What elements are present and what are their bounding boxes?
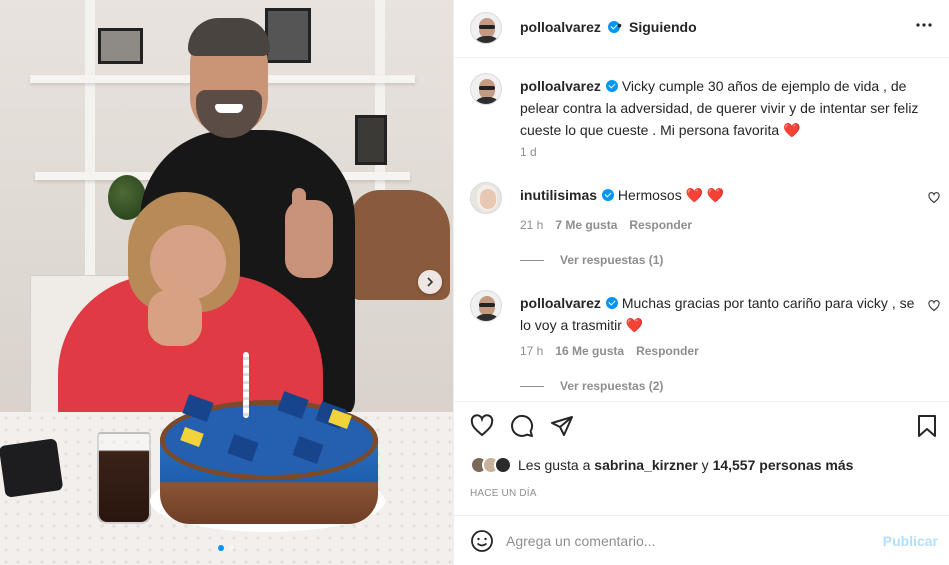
bookmark-icon <box>918 415 936 437</box>
post-time[interactable]: HACE UN DÍA <box>470 488 537 499</box>
caption-avatar[interactable] <box>470 73 502 105</box>
photo-candle <box>243 352 249 418</box>
post-actions-bar <box>454 401 949 451</box>
photo-frame <box>98 28 143 64</box>
share-button[interactable] <box>550 414 576 440</box>
photo-frame <box>355 115 387 165</box>
view-replies-label: Ver respuestas (2) <box>560 379 664 393</box>
photo-glass <box>97 432 151 524</box>
commenter-avatar[interactable] <box>470 290 502 322</box>
avatar-glasses <box>479 86 495 90</box>
comment-button[interactable] <box>510 414 536 440</box>
caption-text-block: polloalvarez Vicky cumple 30 años de eje… <box>520 75 920 141</box>
replies-divider <box>520 385 544 387</box>
more-options-icon[interactable] <box>916 17 932 38</box>
heart-icon <box>470 414 494 437</box>
publish-button[interactable]: Publicar <box>883 533 938 549</box>
add-comment-bar: Publicar <box>454 515 949 565</box>
following-button[interactable]: Siguiendo <box>629 19 697 35</box>
author-avatar[interactable] <box>470 12 502 44</box>
comment-text: Hermosos <box>617 187 682 203</box>
avatar-shirt <box>473 314 501 321</box>
comment-reply-button[interactable]: Responder <box>629 218 692 232</box>
carousel-next-button[interactable] <box>418 270 442 294</box>
photo-man-smile <box>215 104 243 113</box>
view-replies-label: Ver respuestas (1) <box>560 253 664 267</box>
verified-badge-icon <box>605 297 618 309</box>
photo-phone <box>0 438 64 498</box>
comment-item: inutilisimas Hermosos ❤️ ❤️ 21 h 7 Me gu… <box>470 182 940 272</box>
photo-girl-thumbs-up <box>148 290 202 346</box>
caption-username[interactable]: polloalvarez <box>520 78 601 94</box>
comment-item: polloalvarez Muchas gracias por tanto ca… <box>470 290 940 395</box>
liker-avatar[interactable] <box>494 456 512 474</box>
view-replies-button[interactable]: Ver respuestas (1) <box>520 253 663 267</box>
photo-man-hair <box>188 18 270 56</box>
comment-likes-count[interactable]: 16 Me gusta <box>555 344 624 358</box>
header-separator: • <box>617 17 622 33</box>
red-heart-emoji: ❤️ <box>783 122 801 138</box>
like-button[interactable] <box>470 414 496 440</box>
carousel-dot <box>228 545 234 551</box>
comment-input[interactable] <box>506 530 866 552</box>
comment-username[interactable]: polloalvarez <box>520 295 601 311</box>
avatar-face <box>480 189 496 209</box>
comment-bubble-icon <box>511 414 534 437</box>
comment-username[interactable]: inutilisimas <box>520 187 597 203</box>
avatar-glasses <box>479 303 495 307</box>
comment-meta: 21 h 7 Me gusta Responder <box>520 218 692 232</box>
post-caption: polloalvarez Vicky cumple 30 años de eje… <box>470 73 940 163</box>
comment-time[interactable]: 17 h <box>520 344 543 358</box>
liker-username[interactable]: sabrina_kirzner <box>594 457 698 473</box>
send-paper-plane-icon <box>551 416 573 436</box>
heart-outline-icon <box>928 300 940 312</box>
author-username[interactable]: polloalvarez <box>520 19 601 35</box>
save-button[interactable] <box>916 414 942 440</box>
commenter-avatar[interactable] <box>470 182 502 214</box>
comment-like-button[interactable] <box>928 300 940 312</box>
likes-text: Les gusta a sabrina_kirzner y 14,557 per… <box>518 457 853 473</box>
instagram-post-modal: polloalvarez • Siguiendo polloalvarez Vi… <box>0 0 949 565</box>
post-header: polloalvarez • Siguiendo <box>454 0 949 58</box>
likes-summary: Les gusta a sabrina_kirzner y 14,557 per… <box>470 456 853 474</box>
emoji-button[interactable] <box>470 529 494 553</box>
carousel-dot-active <box>218 545 224 551</box>
red-heart-emoji: ❤️ ❤️ <box>685 187 725 203</box>
verified-badge-icon <box>605 80 618 92</box>
avatar-shirt <box>473 36 501 43</box>
post-details-panel: polloalvarez • Siguiendo polloalvarez Vi… <box>453 0 949 565</box>
comment-text-block: inutilisimas Hermosos ❤️ ❤️ <box>520 184 920 206</box>
photo-frame <box>265 8 311 63</box>
comment-likes-count[interactable]: 7 Me gusta <box>555 218 617 232</box>
photo-man-thumb <box>292 188 306 216</box>
comment-reply-button[interactable]: Responder <box>636 344 699 358</box>
carousel-dots <box>218 545 234 551</box>
red-heart-emoji: ❤️ <box>625 317 644 333</box>
comment-meta: 17 h 16 Me gusta Responder <box>520 344 699 358</box>
verified-badge-icon <box>602 189 615 201</box>
chevron-right-icon <box>427 277 434 287</box>
comment-like-button[interactable] <box>928 192 940 204</box>
caption-meta: 1 d <box>520 145 537 159</box>
likes-connector: y <box>701 457 709 473</box>
comment-text-block: polloalvarez Muchas gracias por tanto ca… <box>520 292 920 336</box>
likes-count[interactable]: 14,557 personas más <box>713 457 854 473</box>
likes-prefix: Les gusta a <box>518 457 591 473</box>
caption-time[interactable]: 1 d <box>520 145 537 159</box>
more-horizontal-icon <box>916 23 932 27</box>
comment-time[interactable]: 21 h <box>520 218 543 232</box>
view-replies-button[interactable]: Ver respuestas (2) <box>520 379 663 393</box>
heart-outline-icon <box>928 192 940 204</box>
avatar-glasses <box>479 25 495 29</box>
avatar-shirt <box>473 97 501 104</box>
replies-divider <box>520 259 544 261</box>
smiley-icon <box>471 530 493 552</box>
post-photo[interactable] <box>0 0 453 565</box>
